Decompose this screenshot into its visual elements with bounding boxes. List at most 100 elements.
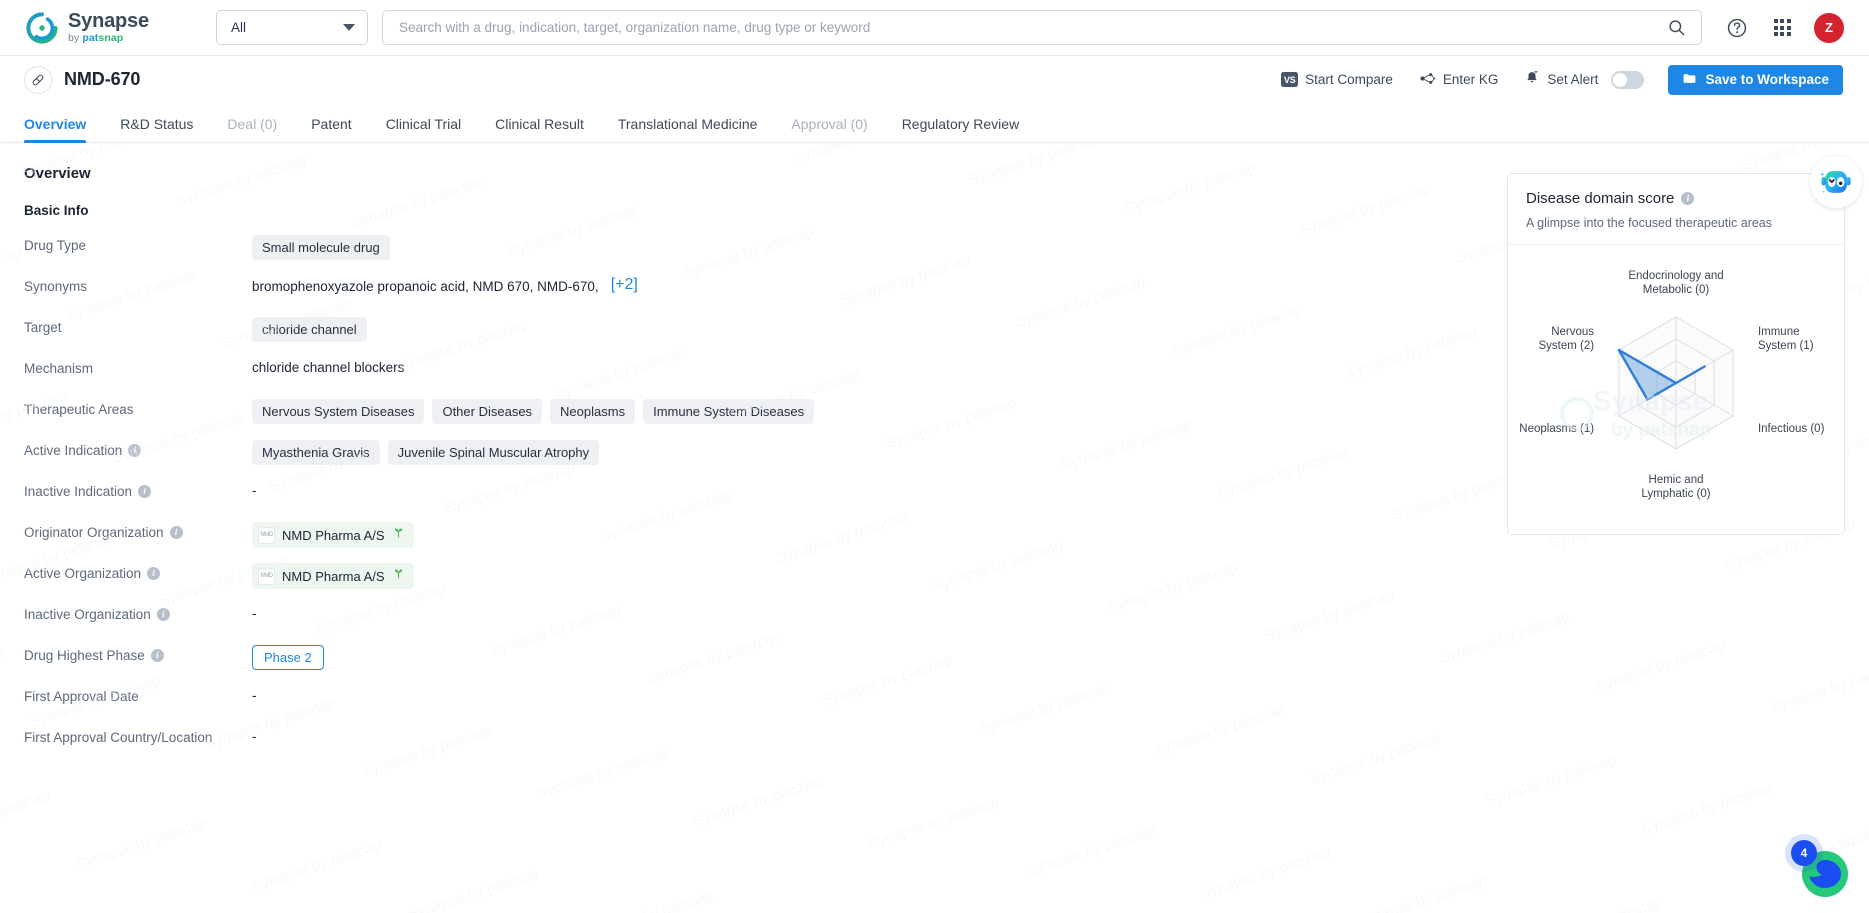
- brand-by: by: [68, 32, 83, 45]
- svg-text:Endocrinology andMetabolic (0): Endocrinology and Metabolic (0): [1628, 270, 1723, 296]
- help-icon[interactable]: [1724, 15, 1750, 41]
- chat-assistant-fab[interactable]: 4: [1791, 840, 1851, 899]
- field-label-therapeutic-areas: Therapeutic Areas: [24, 399, 252, 417]
- brand-subtitle: by patsnap: [68, 33, 149, 44]
- start-compare-label: Start Compare: [1305, 72, 1393, 87]
- organization-logo-icon: NMD: [258, 567, 275, 585]
- tab-regulatory-review[interactable]: Regulatory Review: [885, 116, 1037, 142]
- chip-target[interactable]: chloride channel: [252, 317, 367, 342]
- field-row-inactive-organization: Inactive Organization i -: [24, 604, 1845, 645]
- field-label-inactive-indication: Inactive Indication i: [24, 481, 252, 499]
- tab-patent[interactable]: Patent: [294, 116, 368, 142]
- set-alert-control[interactable]: Set Alert: [1524, 70, 1645, 89]
- info-icon[interactable]: i: [147, 567, 161, 580]
- user-avatar[interactable]: Z: [1814, 12, 1844, 43]
- search-input[interactable]: [399, 20, 1663, 35]
- organization-name: NMD Pharma A/S: [282, 527, 385, 543]
- tab-clinical-result[interactable]: Clinical Result: [478, 116, 601, 142]
- field-label-active-indication: Active Indication i: [24, 440, 252, 458]
- tab-rd-status[interactable]: R&D Status: [103, 116, 210, 142]
- info-icon[interactable]: i: [156, 608, 170, 621]
- synapse-logo-icon: [26, 11, 58, 44]
- brand-logo[interactable]: Synapse by patsnap: [26, 11, 186, 44]
- chip-therapeutic-area[interactable]: Immune System Diseases: [643, 399, 815, 424]
- chevron-down-icon: [343, 24, 355, 31]
- field-label-drug-type: Drug Type: [24, 235, 252, 253]
- disease-domain-score-panel: Disease domain score i A glimpse into th…: [1507, 156, 1862, 535]
- vs-icon: VS: [1281, 72, 1299, 87]
- synonyms-text: bromophenoxyazole propanoic acid, NMD 67…: [252, 278, 599, 294]
- search-scope-select[interactable]: All: [216, 10, 368, 45]
- chip-therapeutic-area[interactable]: Nervous System Diseases: [252, 399, 425, 424]
- empty-value: -: [252, 729, 257, 744]
- radar-chart-svg: Endocrinology and Metabolic (0) Immune Syst…: [1519, 270, 1825, 500]
- chip-originator-organization[interactable]: NMD NMD Pharma A/S: [252, 522, 414, 548]
- field-value-inactive-organization: -: [252, 604, 1845, 621]
- chip-therapeutic-area[interactable]: Other Diseases: [432, 399, 543, 424]
- info-icon[interactable]: i: [128, 444, 142, 457]
- set-alert-label: Set Alert: [1547, 72, 1599, 87]
- tab-overview[interactable]: Overview: [24, 116, 103, 143]
- field-row-active-organization: Active Organization i NMD NMD Pharma A/S: [24, 563, 1845, 604]
- field-label-mechanism: Mechanism: [24, 358, 252, 376]
- chip-active-organization[interactable]: NMD NMD Pharma A/S: [252, 563, 414, 589]
- enter-kg-button[interactable]: Enter KG: [1419, 70, 1499, 90]
- synonyms-more-link[interactable]: [+2]: [611, 276, 638, 294]
- info-icon[interactable]: i: [1681, 192, 1695, 205]
- chip-active-indication[interactable]: Juvenile Spinal Muscular Atrophy: [387, 440, 600, 465]
- overview-content: Synapse by patsnap Synapse by patsnap Ov…: [0, 143, 1869, 913]
- apps-grid-icon[interactable]: [1769, 15, 1795, 41]
- field-label-target: Target: [24, 317, 252, 335]
- svg-text:Infectious (0): Infectious (0): [1758, 423, 1825, 435]
- field-label-text: First Approval Date: [24, 689, 139, 704]
- field-label-text: Mechanism: [24, 361, 94, 376]
- field-label-originator-organization: Originator Organization i: [24, 522, 252, 540]
- notification-badge: 4: [1791, 840, 1817, 866]
- field-label-text: First Approval Country/Location: [24, 730, 213, 745]
- tab-bar: Overview R&D Status Deal (0) Patent Clin…: [0, 103, 1869, 143]
- chip-drug-type[interactable]: Small molecule drug: [252, 235, 390, 260]
- field-value-active-organization: NMD NMD Pharma A/S: [252, 563, 1845, 589]
- search-submit-button[interactable]: [1663, 15, 1689, 41]
- field-label-synonyms: Synonyms: [24, 276, 252, 294]
- organization-name: NMD Pharma A/S: [282, 568, 385, 584]
- organization-logo-icon: NMD: [258, 526, 275, 544]
- field-label-text: Originator Organization: [24, 525, 164, 540]
- tab-clinical-trial[interactable]: Clinical Trial: [369, 116, 478, 142]
- info-icon[interactable]: i: [138, 485, 152, 498]
- tab-deal[interactable]: Deal (0): [210, 116, 294, 142]
- status-badge-phase[interactable]: Phase 2: [252, 645, 324, 670]
- info-icon[interactable]: i: [169, 526, 183, 539]
- drug-header-bar: NMD-670 VS Start Compare Enter KG Set Al…: [0, 56, 1869, 103]
- brand-pat: pat: [82, 32, 99, 45]
- save-to-workspace-button[interactable]: Save to Workspace: [1668, 64, 1843, 95]
- disease-domain-score-title-row: Disease domain score i: [1526, 190, 1826, 207]
- field-value-drug-highest-phase: Phase 2: [252, 645, 1845, 670]
- sprout-icon: [392, 567, 405, 585]
- field-label-text: Therapeutic Areas: [24, 402, 134, 417]
- start-compare-button[interactable]: VS Start Compare: [1281, 72, 1393, 87]
- field-label-text: Drug Highest Phase: [24, 648, 145, 663]
- field-label-text: Active Indication: [24, 443, 123, 458]
- ai-assistant-icon[interactable]: [1810, 156, 1862, 208]
- page-title: NMD-670: [64, 69, 141, 89]
- field-label-active-organization: Active Organization i: [24, 563, 252, 581]
- tab-approval[interactable]: Approval (0): [774, 116, 884, 142]
- set-alert-toggle[interactable]: [1611, 70, 1645, 89]
- chip-therapeutic-area[interactable]: Neoplasms: [550, 399, 636, 424]
- info-icon[interactable]: i: [150, 649, 164, 662]
- search-scope-value: All: [231, 20, 247, 35]
- brand-name: Synapse: [68, 10, 149, 33]
- sprout-icon: [392, 526, 405, 544]
- enter-kg-label: Enter KG: [1442, 72, 1499, 87]
- chip-active-indication[interactable]: Myasthenia Gravis: [252, 440, 380, 465]
- disease-domain-score-title: Disease domain score: [1526, 190, 1675, 207]
- field-label-text: Target: [24, 320, 62, 335]
- field-label-first-approval-date: First Approval Date: [24, 686, 252, 704]
- radar-chart-container: Endocrinology and Metabolic (0) Immune Syst…: [1508, 245, 1844, 515]
- tab-translational-medicine[interactable]: Translational Medicine: [601, 116, 775, 142]
- header-actions: Z: [1724, 12, 1844, 43]
- folder-icon: [1682, 71, 1697, 89]
- global-search-bar[interactable]: [382, 10, 1702, 45]
- disease-domain-score-header: Disease domain score i A glimpse into th…: [1508, 174, 1844, 245]
